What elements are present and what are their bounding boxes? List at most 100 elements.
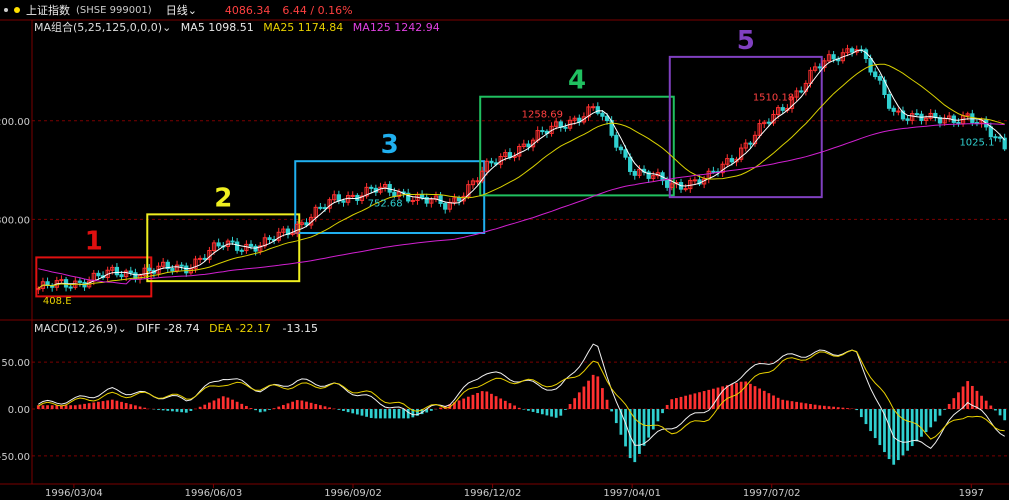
x-tick-label: 1996/12/02 bbox=[464, 488, 522, 499]
candle-body bbox=[692, 179, 698, 182]
candle-body bbox=[235, 241, 240, 251]
candle-body bbox=[665, 180, 670, 188]
candle-body bbox=[128, 270, 133, 274]
candle-body bbox=[96, 272, 101, 277]
candle-body bbox=[239, 249, 244, 252]
candle-body bbox=[988, 126, 993, 138]
chevron-down-icon: ⌄ bbox=[117, 322, 127, 335]
candle-body bbox=[799, 90, 804, 93]
price-annotation: 1025.1 bbox=[959, 137, 994, 148]
candle-body bbox=[526, 143, 531, 148]
candle-body bbox=[604, 115, 610, 122]
price-annotation: 752.68 bbox=[368, 199, 403, 210]
candle-body bbox=[896, 110, 901, 113]
candle-body bbox=[68, 286, 73, 289]
candle-body bbox=[230, 240, 235, 243]
candle-body bbox=[248, 243, 254, 247]
candle-body bbox=[392, 191, 397, 197]
candle-body bbox=[59, 279, 64, 282]
candle-body bbox=[489, 160, 494, 164]
candle-body bbox=[184, 265, 189, 274]
period-box-4 bbox=[479, 95, 675, 197]
macd-legend-title[interactable]: MACD(12,26,9) bbox=[34, 322, 118, 335]
period-label-3: 3 bbox=[381, 130, 399, 160]
candle-body bbox=[540, 130, 545, 133]
chart-header: 上证指数 (SHSE 999001) 日线⌄ 4086.34 6.44 / 0.… bbox=[0, 0, 1009, 20]
candle-body bbox=[618, 146, 624, 151]
chevron-down-icon: ⌄ bbox=[187, 4, 197, 17]
x-tick-label: 1996/09/02 bbox=[324, 488, 382, 499]
candle-body bbox=[628, 156, 633, 172]
candle-body bbox=[766, 121, 771, 124]
candle-body bbox=[623, 149, 628, 158]
ma125-line bbox=[38, 123, 1005, 285]
x-tick-label: 1997/07/02 bbox=[743, 488, 801, 499]
macd-y-tick-label: -50.00 bbox=[0, 452, 30, 463]
candle-body bbox=[419, 194, 425, 199]
grid-layer bbox=[0, 19, 1009, 488]
x-tick-label: 1997/04/01 bbox=[603, 488, 661, 499]
candle-body bbox=[711, 170, 716, 173]
candle-body bbox=[891, 107, 896, 112]
candle-body bbox=[956, 121, 961, 125]
ma-legend: MA组合(5,25,125,0,0,0)⌄ MA5 1098.51 MA25 1… bbox=[34, 19, 440, 35]
ma5-value: MA5 1098.51 bbox=[180, 21, 254, 34]
x-tick-label: 1997 bbox=[959, 488, 984, 499]
candle-body bbox=[202, 257, 207, 260]
macd-legend: MACD(12,26,9)⌄ DIFF -28.74 DEA -22.17 -1… bbox=[34, 322, 318, 335]
ma25-value: MA25 1174.84 bbox=[263, 21, 344, 34]
active-dot-icon bbox=[14, 7, 20, 13]
candle-body bbox=[114, 266, 120, 276]
ma-legend-title[interactable]: MA组合(5,25,125,0,0,0) bbox=[34, 21, 162, 34]
stock-chart[interactable]: 1 2 3 4 5 800.00 1200.00 50.00 0.00 -50.00 1996/0… bbox=[0, 0, 1009, 500]
instrument-code: (SHSE 999001) bbox=[76, 4, 152, 16]
candle-body bbox=[563, 126, 568, 129]
price-annotation: 1258.69 bbox=[522, 109, 563, 120]
diff-value: DIFF -28.74 bbox=[136, 322, 200, 335]
candle-body bbox=[318, 206, 323, 209]
price-value: 4086.34 bbox=[224, 3, 271, 17]
x-tick-label: 1996/06/03 bbox=[185, 488, 243, 499]
candle-body bbox=[831, 54, 836, 60]
dea-value: DEA -22.17 bbox=[209, 322, 271, 335]
x-tick-label: 1996/03/04 bbox=[45, 488, 103, 499]
candle-body bbox=[817, 66, 822, 69]
candle-body bbox=[267, 237, 272, 241]
period-label-2: 2 bbox=[214, 183, 232, 213]
y-tick-label: 1200.00 bbox=[0, 117, 30, 128]
candle-body bbox=[456, 197, 462, 202]
candle-body bbox=[905, 118, 910, 121]
candle-body bbox=[410, 199, 415, 202]
chevron-down-icon: ⌄ bbox=[162, 21, 172, 34]
candle-body bbox=[443, 202, 448, 210]
y-tick-label: 800.00 bbox=[0, 215, 30, 226]
macd-y-tick-label: 0.00 bbox=[8, 405, 30, 416]
candle-body bbox=[147, 267, 152, 272]
macd-value: -13.15 bbox=[282, 322, 318, 335]
change-value: 6.44 / 0.16% bbox=[282, 3, 353, 17]
status-dot-icon bbox=[4, 8, 8, 12]
candle-body bbox=[198, 257, 203, 260]
candle-body bbox=[119, 274, 124, 278]
ma125-value: MA125 1242.94 bbox=[352, 21, 440, 34]
period-label-4: 4 bbox=[568, 66, 586, 96]
period-boxes: 1 2 3 4 5 bbox=[35, 26, 823, 298]
price-annotation: 408.E bbox=[43, 296, 72, 307]
candle-body bbox=[304, 222, 309, 226]
candle-body bbox=[475, 180, 480, 183]
candle-body bbox=[886, 94, 892, 109]
candlestick-series[interactable] bbox=[36, 44, 1007, 295]
ma-lines bbox=[38, 49, 1006, 289]
instrument-name: 上证指数 bbox=[26, 4, 70, 17]
ma25-line bbox=[38, 63, 1005, 289]
price-annotation: 1510.18 bbox=[753, 92, 794, 103]
candle-body bbox=[877, 76, 882, 81]
candle-body bbox=[729, 158, 735, 163]
period-selector[interactable]: 日线⌄ bbox=[166, 2, 197, 18]
candle-body bbox=[216, 242, 221, 247]
candle-body bbox=[253, 245, 258, 252]
candle-body bbox=[780, 107, 785, 111]
macd-dea-line bbox=[38, 349, 1005, 440]
period-label-1: 1 bbox=[85, 226, 103, 256]
candle-body bbox=[849, 48, 855, 53]
